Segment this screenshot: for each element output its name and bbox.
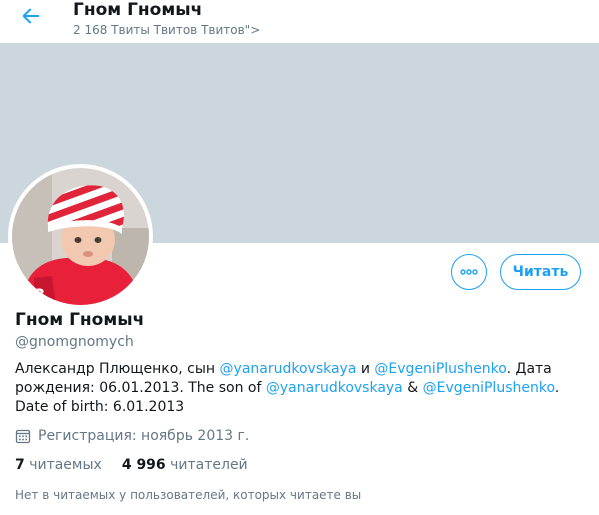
following-label: читаемых <box>29 457 102 473</box>
avatar[interactable]: 3 <box>8 164 153 309</box>
mention-link[interactable]: @yanarudkovskaya <box>220 361 357 377</box>
calendar-icon <box>15 429 31 444</box>
mention-link[interactable]: @EvgeniPlushenko <box>423 380 555 396</box>
following-count: 7 <box>15 457 25 473</box>
following-link[interactable]: 7 читаемых <box>15 457 102 473</box>
bio-text: Александр Плющенко, сын <box>15 361 220 377</box>
followers-count: 4 996 <box>121 457 166 473</box>
mention-link[interactable]: @yanarudkovskaya <box>266 380 403 396</box>
profile-bio: Александр Плющенко, сын @yanarudkovskaya… <box>15 360 585 417</box>
tweet-count: 2 168 Твиты Твитов Твитов"> <box>73 23 261 37</box>
more-dots-icon <box>460 269 478 275</box>
bio-text: & <box>402 380 423 396</box>
followers-you-know-note: Нет в читаемых у пользователей, которых … <box>15 488 362 502</box>
arrow-left-icon[interactable] <box>20 5 42 27</box>
profile-handle: @gnomgnomych <box>15 334 134 350</box>
bio-text: и <box>356 361 375 377</box>
top-bar: Гном Гномыч 2 168 Твиты Твитов Твитов"> <box>0 0 599 43</box>
header-title: Гном Гномыч <box>73 0 203 20</box>
joined-date: Регистрация: ноябрь 2013 г. <box>15 428 249 444</box>
followers-link[interactable]: 4 996 читателей <box>122 457 248 473</box>
follow-button[interactable]: Читать <box>500 254 581 290</box>
profile-name: Гном Гномыч <box>15 310 145 330</box>
svg-text:3: 3 <box>34 285 45 304</box>
more-button[interactable] <box>451 254 487 290</box>
joined-text: Регистрация: ноябрь 2013 г. <box>38 428 250 444</box>
followers-label: читателей <box>170 457 248 473</box>
profile-stats: 7 читаемых 4 996 читателей <box>15 457 268 473</box>
mention-link[interactable]: @EvgeniPlushenko <box>374 361 506 377</box>
avatar-image: 3 <box>12 168 149 305</box>
